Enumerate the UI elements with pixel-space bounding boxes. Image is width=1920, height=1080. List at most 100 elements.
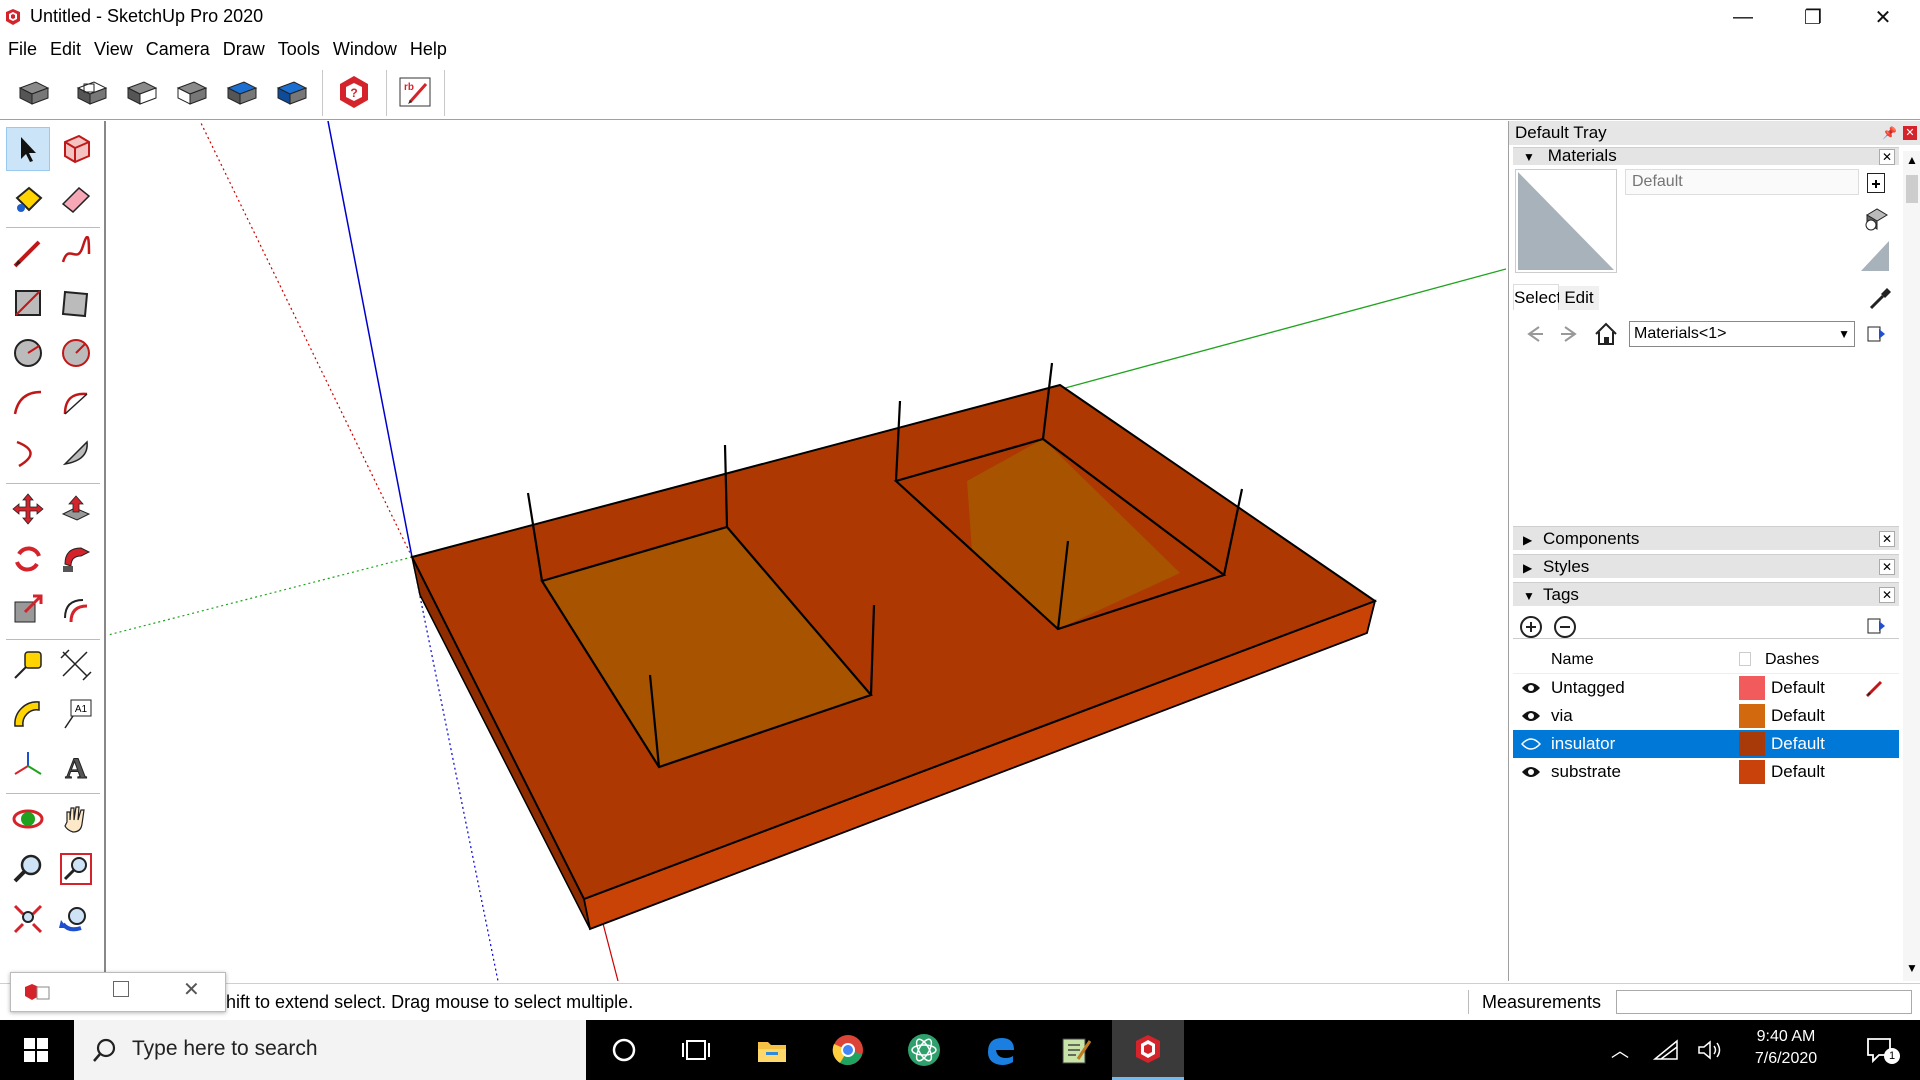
visible-eye-icon[interactable] [1521, 765, 1541, 779]
tag-color-swatch[interactable] [1739, 676, 1765, 700]
materials-panel-header[interactable]: ▼ Materials ✕ [1513, 147, 1899, 165]
hidden-eye-icon[interactable] [1521, 737, 1541, 751]
action-center-icon[interactable]: 1 [1850, 1020, 1910, 1080]
tag-dashes[interactable]: Default [1771, 702, 1825, 730]
tag-name[interactable]: Untagged [1551, 674, 1625, 702]
home-icon[interactable] [1593, 321, 1619, 347]
tape-measure-tool[interactable] [6, 643, 50, 687]
components-panel-header[interactable]: ▶ Components ✕ [1513, 526, 1899, 550]
visible-eye-icon[interactable] [1521, 681, 1541, 695]
modeling-viewport[interactable] [108, 121, 1506, 981]
menu-draw[interactable]: Draw [215, 36, 270, 62]
scale-tool[interactable] [6, 587, 50, 631]
circle-tool[interactable] [6, 331, 50, 375]
restore-mini-icon[interactable] [113, 981, 129, 997]
sample-paint-icon[interactable] [1863, 205, 1891, 231]
visible-eye-icon[interactable] [1521, 709, 1541, 723]
freehand-tool[interactable] [54, 231, 98, 275]
tag-color-swatch[interactable] [1739, 732, 1765, 756]
menu-file[interactable]: File [0, 36, 42, 62]
scroll-thumb[interactable] [1906, 175, 1918, 203]
wifi-icon[interactable] [1644, 1020, 1688, 1080]
menu-tools[interactable]: Tools [270, 36, 325, 62]
tray-scrollbar[interactable]: ▲ ▼ [1903, 151, 1920, 981]
zoom-window-tool[interactable] [54, 847, 98, 891]
forward-arrow-icon[interactable] [1559, 323, 1581, 345]
polygon-tool[interactable] [54, 331, 98, 375]
views-left-icon[interactable] [272, 74, 312, 110]
materials-close-icon[interactable]: ✕ [1879, 149, 1895, 165]
views-iso-icon[interactable] [14, 74, 54, 110]
minimize-button[interactable]: — [1708, 0, 1778, 34]
col-name-header[interactable]: Name [1551, 646, 1594, 674]
tag-name[interactable]: substrate [1551, 758, 1621, 786]
move-tool[interactable] [6, 487, 50, 531]
cortana-icon[interactable] [588, 1020, 660, 1080]
pie-tool[interactable] [54, 431, 98, 475]
menu-view[interactable]: View [86, 36, 138, 62]
line-tool[interactable] [6, 231, 50, 275]
col-dashes-header[interactable]: Dashes [1765, 646, 1819, 674]
start-button[interactable] [0, 1020, 72, 1080]
tag-row-Untagged[interactable]: Untagged Default [1513, 674, 1899, 702]
three-point-arc-tool[interactable] [6, 431, 50, 475]
taskbar-search-box[interactable]: Type here to search [74, 1020, 586, 1080]
protractor-tool[interactable] [6, 693, 50, 737]
close-button[interactable]: ✕ [1848, 0, 1918, 34]
details-arrow-icon[interactable] [1865, 323, 1887, 345]
file-explorer-icon[interactable] [736, 1020, 808, 1080]
delete-tag-icon[interactable] [1553, 615, 1577, 639]
back-arrow-icon[interactable] [1523, 323, 1545, 345]
tags-details-icon[interactable] [1865, 615, 1887, 637]
minimized-model-window[interactable]: ✕ [10, 972, 226, 1012]
views-front-icon[interactable] [122, 74, 162, 110]
restore-button[interactable]: ❐ [1778, 0, 1848, 34]
tag-row-substrate[interactable]: substrate Default [1513, 758, 1899, 786]
paint-bucket-tool[interactable] [6, 177, 50, 221]
follow-me-tool[interactable] [54, 537, 98, 581]
swatch-toggle-icon[interactable] [1859, 239, 1891, 273]
two-point-arc-tool[interactable] [54, 381, 98, 425]
tag-dashes[interactable]: Default [1771, 674, 1825, 702]
tray-close-icon[interactable]: ✕ [1903, 126, 1917, 140]
views-right-icon[interactable] [172, 74, 212, 110]
eyedropper-icon[interactable] [1867, 286, 1893, 312]
collection-dropdown[interactable]: Materials<1> ▼ [1629, 321, 1855, 347]
tag-color-swatch[interactable] [1739, 760, 1765, 784]
rectangle-tool[interactable] [6, 281, 50, 325]
text-tool[interactable]: A1 [54, 693, 98, 737]
make-component-tool[interactable] [54, 127, 98, 171]
atom-icon[interactable] [888, 1020, 960, 1080]
axes-tool[interactable] [6, 743, 50, 787]
views-top-icon[interactable] [72, 74, 112, 110]
rotated-rectangle-tool[interactable] [54, 281, 98, 325]
sketchup-taskbar-icon[interactable] [1112, 1020, 1184, 1080]
tag-row-via[interactable]: via Default [1513, 702, 1899, 730]
edge-icon[interactable] [964, 1020, 1036, 1080]
tags-close-icon[interactable]: ✕ [1879, 587, 1895, 603]
scroll-down-icon[interactable]: ▼ [1906, 961, 1918, 975]
menu-camera[interactable]: Camera [138, 36, 215, 62]
scroll-up-icon[interactable]: ▲ [1906, 153, 1918, 167]
styles-panel-header[interactable]: ▶ Styles ✕ [1513, 554, 1899, 578]
material-name-field[interactable] [1625, 169, 1859, 195]
tag-color-swatch[interactable] [1739, 704, 1765, 728]
taskbar-clock[interactable]: 9:40 AM 7/6/2020 [1730, 1026, 1842, 1070]
components-close-icon[interactable]: ✕ [1879, 531, 1895, 547]
previous-view-tool[interactable] [54, 897, 98, 941]
select-tool[interactable] [6, 127, 50, 171]
close-mini-icon[interactable]: ✕ [183, 977, 200, 1002]
show-hidden-icons-chevron-icon[interactable]: ︿ [1600, 1020, 1640, 1080]
offset-tool[interactable] [54, 587, 98, 631]
zoom-extents-tool[interactable] [6, 897, 50, 941]
styles-close-icon[interactable]: ✕ [1879, 559, 1895, 575]
warehouse-icon[interactable]: ? [334, 74, 374, 110]
tray-pin-icon[interactable]: 📌 [1882, 121, 1897, 145]
zoom-tool[interactable] [6, 847, 50, 891]
rotate-tool[interactable] [6, 537, 50, 581]
tag-name[interactable]: insulator [1551, 730, 1615, 758]
push-pull-tool[interactable] [54, 487, 98, 531]
tag-name[interactable]: via [1551, 702, 1573, 730]
tag-row-insulator[interactable]: insulator Default [1513, 730, 1899, 758]
volume-icon[interactable] [1688, 1020, 1732, 1080]
